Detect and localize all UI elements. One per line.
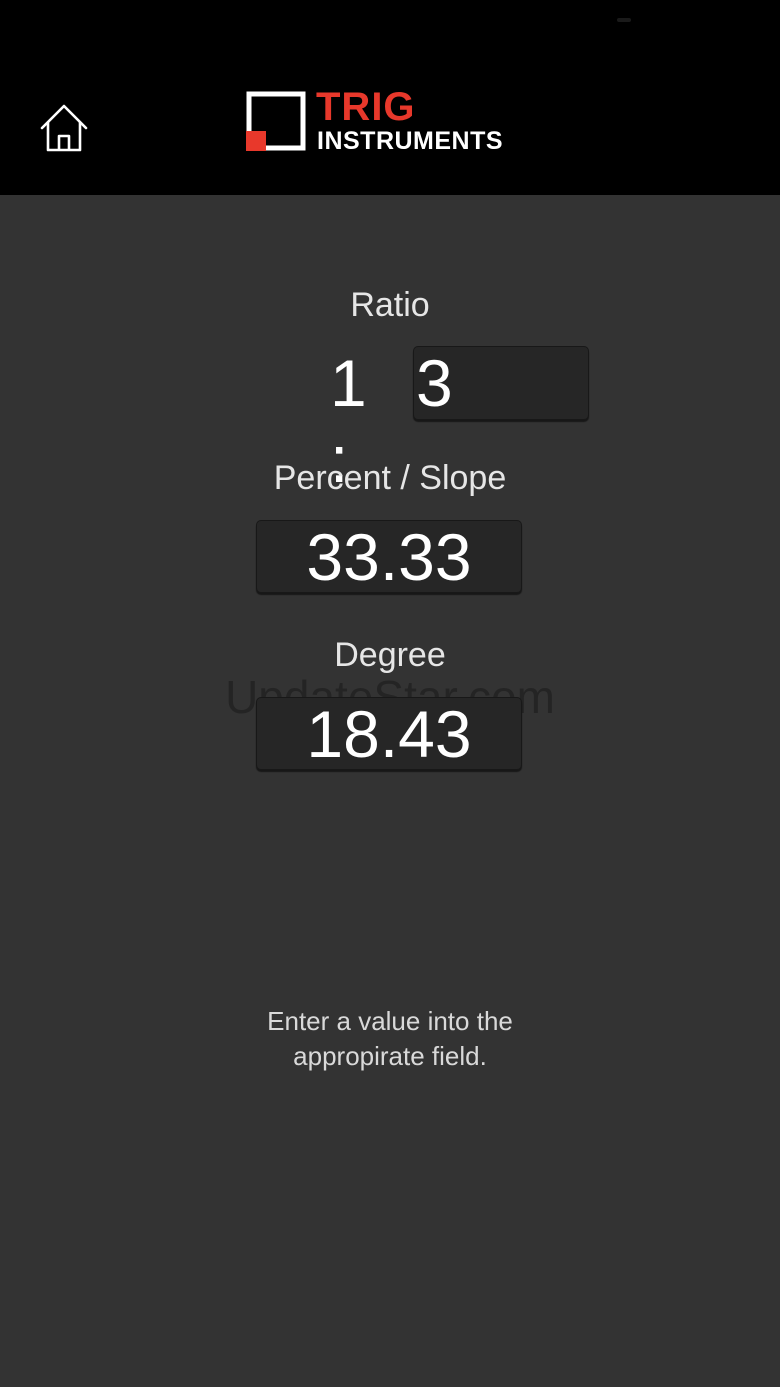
logo-mark-icon: [246, 91, 306, 151]
trig-instruments-logo: TRIG INSTRUMENTS: [246, 87, 536, 157]
ratio-input-value: 3: [416, 346, 453, 420]
ratio-label: Ratio: [350, 286, 430, 324]
percent-slope-input[interactable]: 33.33: [256, 520, 522, 594]
ratio-input[interactable]: 3: [413, 346, 589, 420]
percent-slope-label: Percent / Slope: [273, 459, 507, 497]
app-header: TRIG INSTRUMENTS: [0, 0, 780, 195]
logo-text-instruments: INSTRUMENTS: [317, 127, 504, 155]
instruction-text: Enter a value into the appropirate field…: [267, 1006, 513, 1071]
home-icon: [40, 104, 88, 152]
trig-calculator-screen: TRIG INSTRUMENTS Ratio 1 : 3 Percent / S…: [0, 0, 780, 1387]
status-indicator: [617, 18, 631, 22]
degree-label: Degree: [334, 636, 446, 674]
home-button[interactable]: [36, 100, 92, 156]
logo-text-trig: TRIG: [316, 85, 416, 129]
degree-input[interactable]: 18.43: [256, 697, 522, 771]
